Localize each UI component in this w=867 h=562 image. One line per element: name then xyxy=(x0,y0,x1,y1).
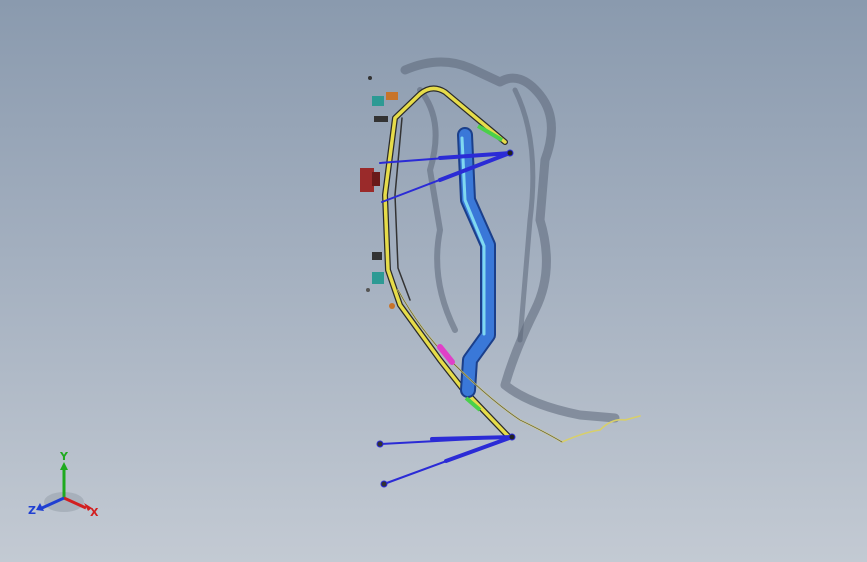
triad-x-label: X xyxy=(90,506,99,519)
hinge-upper[interactable] xyxy=(368,76,398,122)
latch-red[interactable] xyxy=(360,168,380,192)
tube-member[interactable] xyxy=(457,127,496,398)
model-shadow xyxy=(400,57,620,423)
cad-model-view[interactable] xyxy=(0,0,867,562)
graphics-viewport[interactable]: Y X Z xyxy=(0,0,867,562)
coordinate-triad[interactable]: Y X Z xyxy=(24,448,104,520)
coordinate-triad-icon: Y X Z xyxy=(28,450,99,519)
triad-y-label: Y xyxy=(59,450,69,463)
triad-z-label: Z xyxy=(28,504,36,517)
